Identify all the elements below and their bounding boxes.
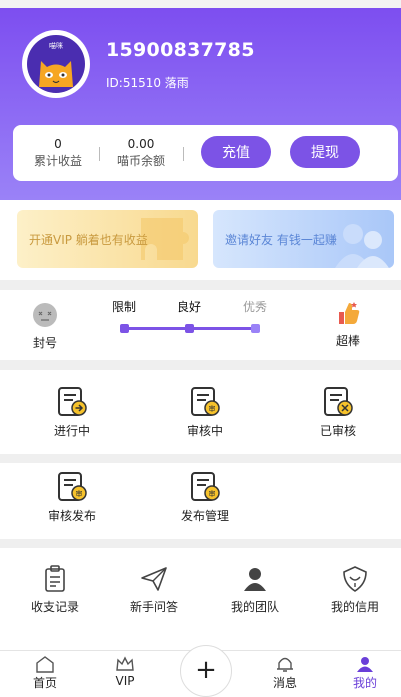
- level-restricted: 限制: [112, 300, 137, 314]
- level-good: 良好: [177, 300, 202, 314]
- team-icon: [244, 568, 266, 591]
- level-excellent: 优秀: [243, 300, 268, 314]
- svg-text:审: 审: [209, 489, 216, 498]
- vip-promo-text: 开通VIP 躺着也有收益: [29, 233, 148, 247]
- add-task-button[interactable]: +: [180, 645, 232, 697]
- tools-section: 收支记录 新手问答 我的团队 我的信用: [0, 548, 401, 650]
- crown-icon: [116, 656, 134, 671]
- level-marker: [185, 324, 194, 333]
- tab-messages-label: 消息: [272, 676, 297, 690]
- tool-team[interactable]: 我的团队: [215, 564, 295, 615]
- document-review-icon: 审: [191, 472, 220, 501]
- tool-credit[interactable]: 我的信用: [315, 564, 395, 615]
- balance-label: 喵币余额: [116, 154, 165, 168]
- task-reviewed[interactable]: 已审核: [298, 386, 378, 439]
- paper-plane-icon: [141, 567, 167, 591]
- tab-mine-label: 我的: [352, 676, 377, 690]
- tool-team-label: 我的团队: [230, 600, 279, 614]
- invite-promo-text: 邀请好友 有钱一起赚: [225, 233, 337, 247]
- publish-section: 审 审核发布 审 发布管理: [0, 463, 401, 539]
- divider: [99, 147, 100, 161]
- user-icon: [357, 657, 373, 672]
- svg-text:审: 审: [76, 489, 83, 498]
- tab-vip[interactable]: VIP: [95, 655, 155, 688]
- review-publish[interactable]: 审 审核发布: [32, 471, 112, 524]
- earnings-label: 累计收益: [33, 154, 82, 168]
- vip-promo-card[interactable]: 开通VIP 躺着也有收益: [17, 210, 198, 268]
- top-strip: [0, 0, 401, 8]
- publish-management-label: 发布管理: [180, 509, 229, 523]
- document-reject-icon: [324, 387, 353, 416]
- cat-avatar-icon: 喵咪: [27, 35, 85, 93]
- banned-label: 封号: [32, 336, 57, 350]
- document-review-icon: 审: [58, 472, 87, 501]
- balance-value: 0.00: [127, 137, 155, 151]
- clipboard-icon: [45, 565, 65, 592]
- shield-flower-icon: [343, 566, 367, 592]
- task-status-section: 进行中 审 审核中 已审核: [0, 370, 401, 454]
- dead-face-icon: [33, 303, 57, 327]
- earnings-stat: 0 累计收益: [18, 136, 98, 170]
- awesome-status: 超棒: [328, 300, 368, 349]
- earnings-value: 0: [54, 137, 62, 151]
- document-arrow-icon: [58, 387, 87, 416]
- balance-stat: 0.00 喵币余额: [101, 136, 181, 170]
- svg-text:审: 审: [209, 404, 216, 413]
- review-publish-label: 审核发布: [47, 509, 96, 523]
- task-reviewed-label: 已审核: [319, 424, 356, 438]
- tool-faq-label: 新手问答: [129, 600, 178, 614]
- phone-number: 15900837785: [106, 39, 255, 61]
- bell-icon: [277, 657, 293, 672]
- task-under-review-label: 审核中: [186, 424, 223, 438]
- awesome-label: 超棒: [335, 334, 360, 348]
- banned-status: 封号: [27, 302, 63, 351]
- avatar[interactable]: 喵咪: [22, 30, 90, 98]
- tab-messages[interactable]: 消息: [255, 655, 315, 691]
- thumbs-up-icon: [339, 302, 360, 324]
- document-review-icon: 审: [191, 387, 220, 416]
- tab-mine[interactable]: 我的: [335, 655, 395, 691]
- task-in-progress-label: 进行中: [53, 424, 90, 438]
- recharge-button[interactable]: 充值: [201, 136, 271, 168]
- home-icon: [36, 656, 54, 673]
- user-id-line: ID:51510 落雨: [106, 76, 189, 90]
- divider: [183, 147, 184, 161]
- avatar-text: 喵咪: [49, 41, 63, 50]
- level-marker: [120, 324, 129, 333]
- reputation-section: 封号 限制 良好 优秀 超棒: [0, 290, 401, 360]
- tool-transactions-label: 收支记录: [30, 600, 79, 614]
- task-under-review[interactable]: 审 审核中: [165, 386, 245, 439]
- invite-promo-card[interactable]: 邀请好友 有钱一起赚: [213, 210, 394, 268]
- tool-transactions[interactable]: 收支记录: [15, 564, 95, 615]
- stats-card: 0 累计收益 0.00 喵币余额 充值 提现: [13, 125, 398, 181]
- task-in-progress[interactable]: 进行中: [32, 386, 112, 439]
- tab-vip-label: VIP: [115, 674, 135, 688]
- tab-home[interactable]: 首页: [15, 655, 75, 691]
- promo-section: 开通VIP 躺着也有收益 邀请好友 有钱一起赚: [0, 200, 401, 280]
- withdraw-button[interactable]: 提现: [290, 136, 360, 168]
- tab-home-label: 首页: [32, 676, 57, 690]
- level-marker: [251, 324, 260, 333]
- publish-management[interactable]: 审 发布管理: [165, 471, 245, 524]
- tool-credit-label: 我的信用: [330, 600, 379, 614]
- tool-faq[interactable]: 新手问答: [114, 564, 194, 615]
